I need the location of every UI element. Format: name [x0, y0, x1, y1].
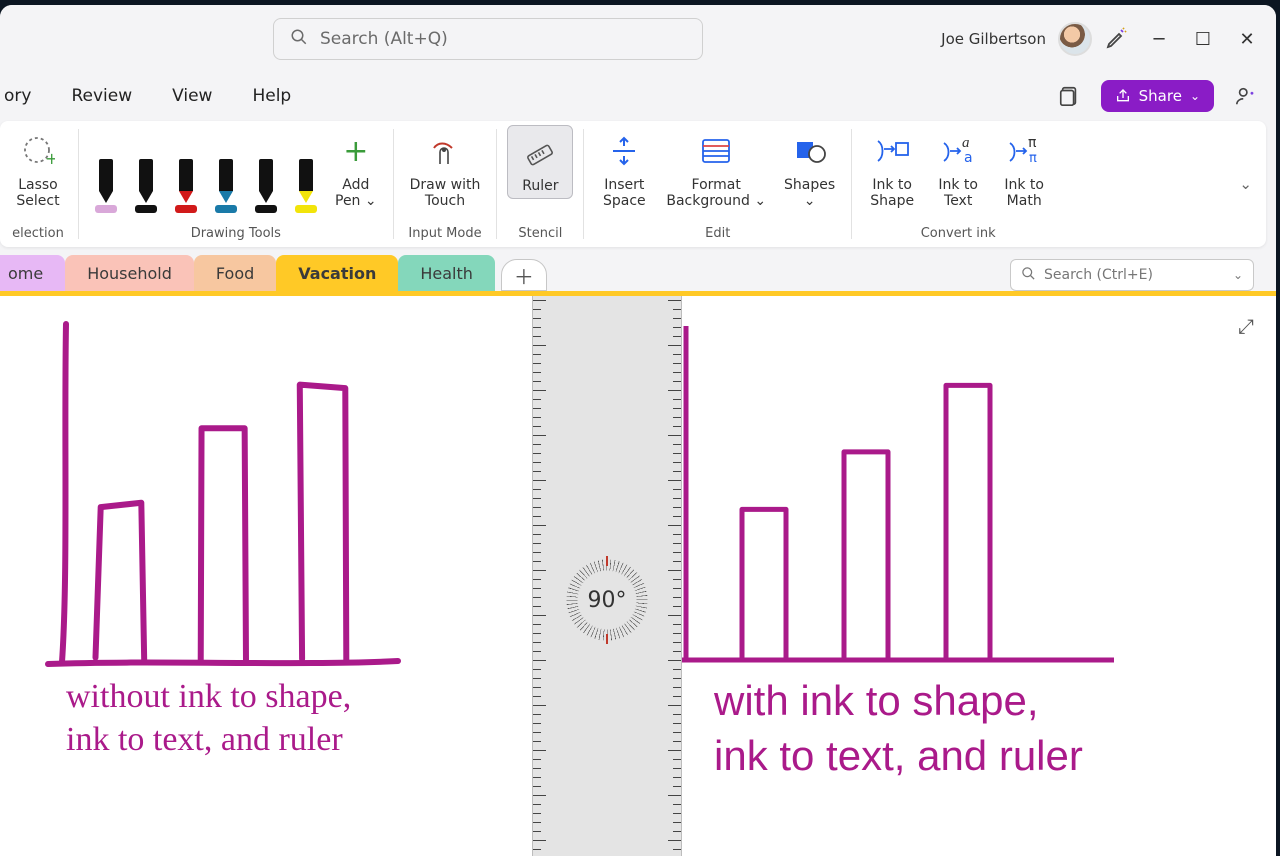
maximize-button[interactable]: ☐ — [1194, 29, 1212, 50]
svg-text:a: a — [962, 135, 970, 151]
ribbon-collapse-chevron[interactable]: ⌄ — [1239, 175, 1252, 193]
section-tab-health[interactable]: Health — [398, 255, 495, 291]
close-button[interactable]: ✕ — [1238, 29, 1256, 50]
chevron-down-icon: ⌄ — [1233, 268, 1243, 282]
pen-mode-icon[interactable] — [1100, 23, 1132, 55]
section-tabs: omeHouseholdFoodVacationHealth＋ Search (… — [0, 251, 1276, 291]
minimize-button[interactable]: ─ — [1150, 29, 1168, 50]
group-stencil: Stencil — [518, 226, 562, 245]
window-controls: ─ ☐ ✕ — [1150, 29, 1256, 50]
ink-to-shape-button[interactable]: Ink to Shape — [862, 125, 922, 213]
section-tab-household[interactable]: Household — [65, 255, 194, 291]
app-window: Search (Alt+Q) Joe Gilbertson ─ ☐ ✕ ory … — [0, 5, 1276, 856]
add-section-button[interactable]: ＋ — [501, 259, 547, 291]
right-caption: with ink to shape, ink to text, and rule… — [714, 674, 1083, 783]
notes-pane-icon[interactable] — [1051, 78, 1087, 114]
avatar — [1058, 22, 1092, 56]
note-canvas[interactable]: ⤢ without ink to shape, ink to text, and… — [0, 296, 1276, 856]
group-drawing-tools: Drawing Tools — [191, 226, 281, 245]
pen-gallery: +Add Pen ⌄ — [89, 125, 383, 213]
ink-to-math-button[interactable]: ππ Ink to Math — [994, 125, 1054, 213]
lasso-select-button[interactable]: + Lasso Select — [8, 125, 68, 213]
section-tab-ome[interactable]: ome — [0, 255, 65, 291]
group-input-mode: Input Mode — [408, 226, 481, 245]
chevron-down-icon: ⌄ — [1190, 89, 1200, 103]
share-label: Share — [1139, 87, 1182, 105]
ribbon-tab-help[interactable]: Help — [242, 80, 301, 112]
draw-with-touch-button[interactable]: Draw with Touch — [404, 125, 487, 213]
search-icon — [1021, 266, 1036, 285]
share-button[interactable]: Share ⌄ — [1101, 80, 1214, 112]
svg-text:+: + — [45, 149, 55, 168]
user-name: Joe Gilbertson — [941, 30, 1046, 48]
svg-text:π: π — [1028, 135, 1037, 151]
pen-tool-4[interactable] — [249, 159, 283, 213]
format-background-button[interactable]: Format Background ⌄ — [660, 125, 772, 213]
ink-to-text-button[interactable]: aa Ink to Text — [928, 125, 988, 213]
ruler-button[interactable]: Ruler — [507, 125, 573, 199]
search-placeholder: Search (Alt+Q) — [320, 29, 448, 49]
pen-tool-5[interactable] — [289, 159, 323, 213]
ribbon-tab-history[interactable]: ory — [0, 80, 41, 112]
expand-icon[interactable]: ⤢ — [1238, 314, 1254, 338]
pen-tool-0[interactable] — [89, 159, 123, 213]
copilot-icon[interactable] — [1228, 78, 1264, 114]
pen-tool-2[interactable] — [169, 159, 203, 213]
group-convert-ink: Convert ink — [921, 226, 996, 245]
ribbon-tabs: ory Review View Help Share ⌄ — [0, 73, 1276, 119]
ruler-angle-indicator: 90° — [568, 561, 646, 639]
svg-text:π: π — [1029, 151, 1037, 166]
svg-text:a: a — [964, 150, 973, 166]
page-search[interactable]: Search (Ctrl+E) ⌄ — [1010, 259, 1254, 291]
converted-bar-chart — [682, 314, 1122, 674]
ribbon-tab-view[interactable]: View — [162, 80, 222, 112]
pen-tool-3[interactable] — [209, 159, 243, 213]
insert-space-button[interactable]: Insert Space — [594, 125, 654, 213]
global-search[interactable]: Search (Alt+Q) — [273, 18, 703, 60]
search-icon — [290, 28, 308, 50]
account-area[interactable]: Joe Gilbertson — [941, 22, 1092, 56]
left-caption: without ink to shape, ink to text, and r… — [66, 676, 351, 761]
ribbon-tab-review[interactable]: Review — [61, 80, 142, 112]
page-search-placeholder: Search (Ctrl+E) — [1044, 267, 1153, 283]
shapes-button[interactable]: Shapes ⌄ — [778, 125, 841, 213]
pen-tool-1[interactable] — [129, 159, 163, 213]
ribbon: + Lasso Select election +Add Pen ⌄ Drawi… — [0, 121, 1266, 247]
title-bar: Search (Alt+Q) Joe Gilbertson ─ ☐ ✕ — [0, 5, 1276, 73]
add-pen-button[interactable]: +Add Pen ⌄ — [329, 125, 383, 213]
section-tab-vacation[interactable]: Vacation — [276, 255, 398, 295]
ruler-stencil[interactable]: 90° — [532, 296, 682, 856]
section-tab-food[interactable]: Food — [194, 255, 276, 291]
hand-drawn-bar-chart — [38, 314, 438, 694]
group-selection: election — [12, 226, 64, 245]
group-edit: Edit — [705, 226, 730, 245]
